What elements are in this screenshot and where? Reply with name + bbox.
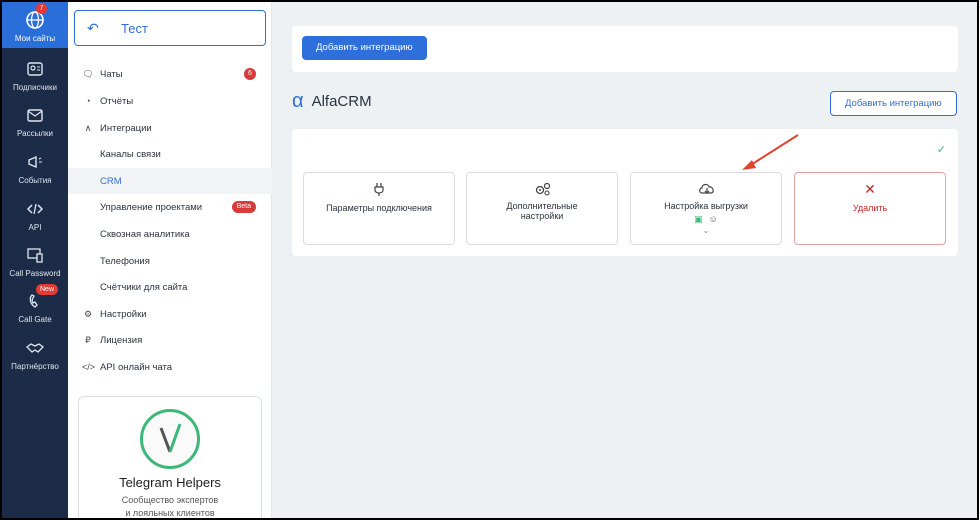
- megaphone-icon: [24, 151, 46, 173]
- android-icon: ▣: [694, 214, 703, 224]
- add-integration-button[interactable]: Добавить интеграцию: [830, 91, 957, 116]
- project-sidebar: ↶ Тест 🗨 Чаты 6 ◔ Отчёты ∧ Интеграции Ка…: [68, 2, 272, 518]
- nav-label: Настройки: [100, 308, 147, 320]
- app-window: 7 Мои сайты Подписчики Рассылки События: [0, 0, 979, 520]
- nav-label: CRM: [100, 175, 122, 187]
- annotation-arrow: [742, 134, 799, 170]
- rail-item-label: Call Gate: [18, 315, 52, 324]
- rail-item-label: События: [18, 176, 52, 185]
- chat-icon: 🗨: [82, 68, 94, 79]
- close-icon: ✕: [864, 181, 876, 197]
- telegram-helpers-logo: [140, 409, 200, 469]
- nav-item-project-management[interactable]: Управление проектами Beta: [68, 194, 272, 220]
- rail-item-partnership[interactable]: Партнёрство: [2, 337, 68, 371]
- top-card: Добавить интеграцию: [292, 26, 958, 72]
- rail-item-label: Подписчики: [12, 83, 57, 92]
- check-icon: ✓: [936, 144, 946, 156]
- devices-icon: [24, 244, 46, 266]
- status-icons: ▣ ☺: [631, 214, 781, 225]
- crm-name: AlfaCRM: [311, 93, 372, 110]
- nav-item-license[interactable]: ₽ Лицензия: [68, 327, 272, 353]
- promo-title: Telegram Helpers: [119, 475, 221, 490]
- connection-params-tile[interactable]: Параметры подключения: [303, 172, 455, 245]
- promo-subtitle-line: Сообщество экспертов: [121, 495, 219, 505]
- nav-label: Управление проектами: [100, 201, 203, 213]
- handshake-icon: [24, 337, 46, 359]
- pie-chart-icon: ◔: [85, 96, 91, 106]
- nav-item-crm[interactable]: CRM: [68, 168, 272, 194]
- rail-item-my-sites[interactable]: 7 Мои сайты: [2, 2, 68, 48]
- rail-item-call-gate[interactable]: New Call Gate: [2, 284, 68, 324]
- tile-label-line: Дополнительные: [506, 201, 578, 211]
- cloud-download-icon: [698, 181, 714, 197]
- rail-badge: 7: [36, 3, 47, 14]
- rail-item-subscribers[interactable]: Подписчики: [2, 58, 68, 92]
- person-icon: ☺: [708, 214, 718, 224]
- left-rail: 7 Мои сайты Подписчики Рассылки События: [2, 2, 68, 518]
- nav-item-chats[interactable]: 🗨 Чаты 6: [68, 61, 272, 87]
- nav-item-reports[interactable]: ◔ Отчёты: [68, 88, 272, 114]
- mail-icon: [24, 104, 46, 126]
- promo-subtitle-line: и лояльных клиентов: [125, 508, 215, 518]
- tile-label: Настройка выгрузки: [664, 201, 748, 211]
- beta-badge: Beta: [231, 201, 256, 213]
- tile-label: Дополнительные настройки: [467, 201, 617, 221]
- globe-icon: 7: [24, 3, 47, 31]
- new-badge: New: [36, 284, 59, 295]
- delete-tile[interactable]: ✕ Удалить: [794, 172, 946, 245]
- additional-settings-tile[interactable]: Дополнительные настройки: [466, 172, 618, 245]
- chats-count-badge: 6: [244, 68, 256, 80]
- promo-subtitle: Сообщество экспертов и лояльных клиентов: [79, 494, 261, 518]
- tile-label: Удалить: [852, 203, 888, 213]
- nav-item-settings[interactable]: ⚙ Настройки: [68, 301, 272, 327]
- crm-integration-card: ✓ Параметры подключения Дополнительные н…: [292, 129, 958, 256]
- plug-icon: [371, 181, 387, 197]
- nav-item-channels[interactable]: Каналы связи: [68, 141, 272, 167]
- code-icon: </>: [82, 362, 96, 372]
- nav-label: Счётчики для сайта: [100, 281, 188, 293]
- crm-header: α AlfaCRM: [292, 90, 372, 113]
- rail-item-api[interactable]: API: [2, 198, 68, 232]
- nav-label: Каналы связи: [100, 148, 161, 160]
- nav-label: Лицензия: [100, 334, 143, 346]
- rail-item-label: Call Password: [9, 269, 61, 278]
- rail-item-call-password[interactable]: Call Password: [2, 244, 68, 278]
- integrations-icon: ∧: [84, 122, 92, 133]
- nav-item-site-counters[interactable]: Счётчики для сайта: [68, 274, 272, 300]
- contact-card-icon: [24, 58, 46, 80]
- project-title: Тест: [121, 20, 148, 36]
- phone-icon: New: [24, 284, 59, 312]
- nav-item-telephony[interactable]: Телефония: [68, 248, 272, 274]
- nav-label: Сквозная аналитика: [100, 228, 190, 240]
- nav-label: Телефония: [100, 255, 150, 267]
- nav-label: Чаты: [100, 68, 123, 80]
- tile-label-line: настройки: [520, 211, 564, 221]
- project-back-button[interactable]: ↶ Тест: [74, 10, 266, 46]
- promo-card[interactable]: Telegram Helpers Сообщество экспертов и …: [78, 396, 262, 518]
- rail-item-label: Партнёрство: [11, 362, 59, 371]
- export-settings-tile[interactable]: Настройка выгрузки ▣ ☺ ⌄: [630, 172, 782, 245]
- nav-item-chat-api[interactable]: </> API онлайн чата: [68, 354, 272, 380]
- rail-item-mailings[interactable]: Рассылки: [2, 104, 68, 138]
- rail-item-label: Мои сайты: [14, 34, 56, 43]
- nav-item-integrations[interactable]: ∧ Интеграции: [68, 115, 272, 141]
- back-arrow-icon: ↶: [87, 19, 99, 36]
- alfacrm-logo-icon: α: [292, 90, 304, 112]
- code-icon: [24, 198, 46, 220]
- tile-label: Параметры подключения: [326, 203, 432, 213]
- rail-item-events[interactable]: События: [2, 151, 68, 185]
- nav-item-end-to-end-analytics[interactable]: Сквозная аналитика: [68, 221, 272, 247]
- gear-icon: ⚙: [83, 308, 93, 319]
- nav-label: API онлайн чата: [100, 361, 173, 373]
- add-integration-button-top[interactable]: Добавить интеграцию: [302, 36, 427, 60]
- nav-label: Отчёты: [100, 95, 134, 107]
- nav-label: Интеграции: [100, 122, 152, 134]
- gears-icon: [534, 181, 551, 197]
- rail-item-label: Рассылки: [17, 129, 53, 138]
- rail-item-label: API: [28, 223, 42, 232]
- chevron-down-icon[interactable]: ⌄: [631, 226, 781, 235]
- ruble-icon: ₽: [85, 334, 91, 345]
